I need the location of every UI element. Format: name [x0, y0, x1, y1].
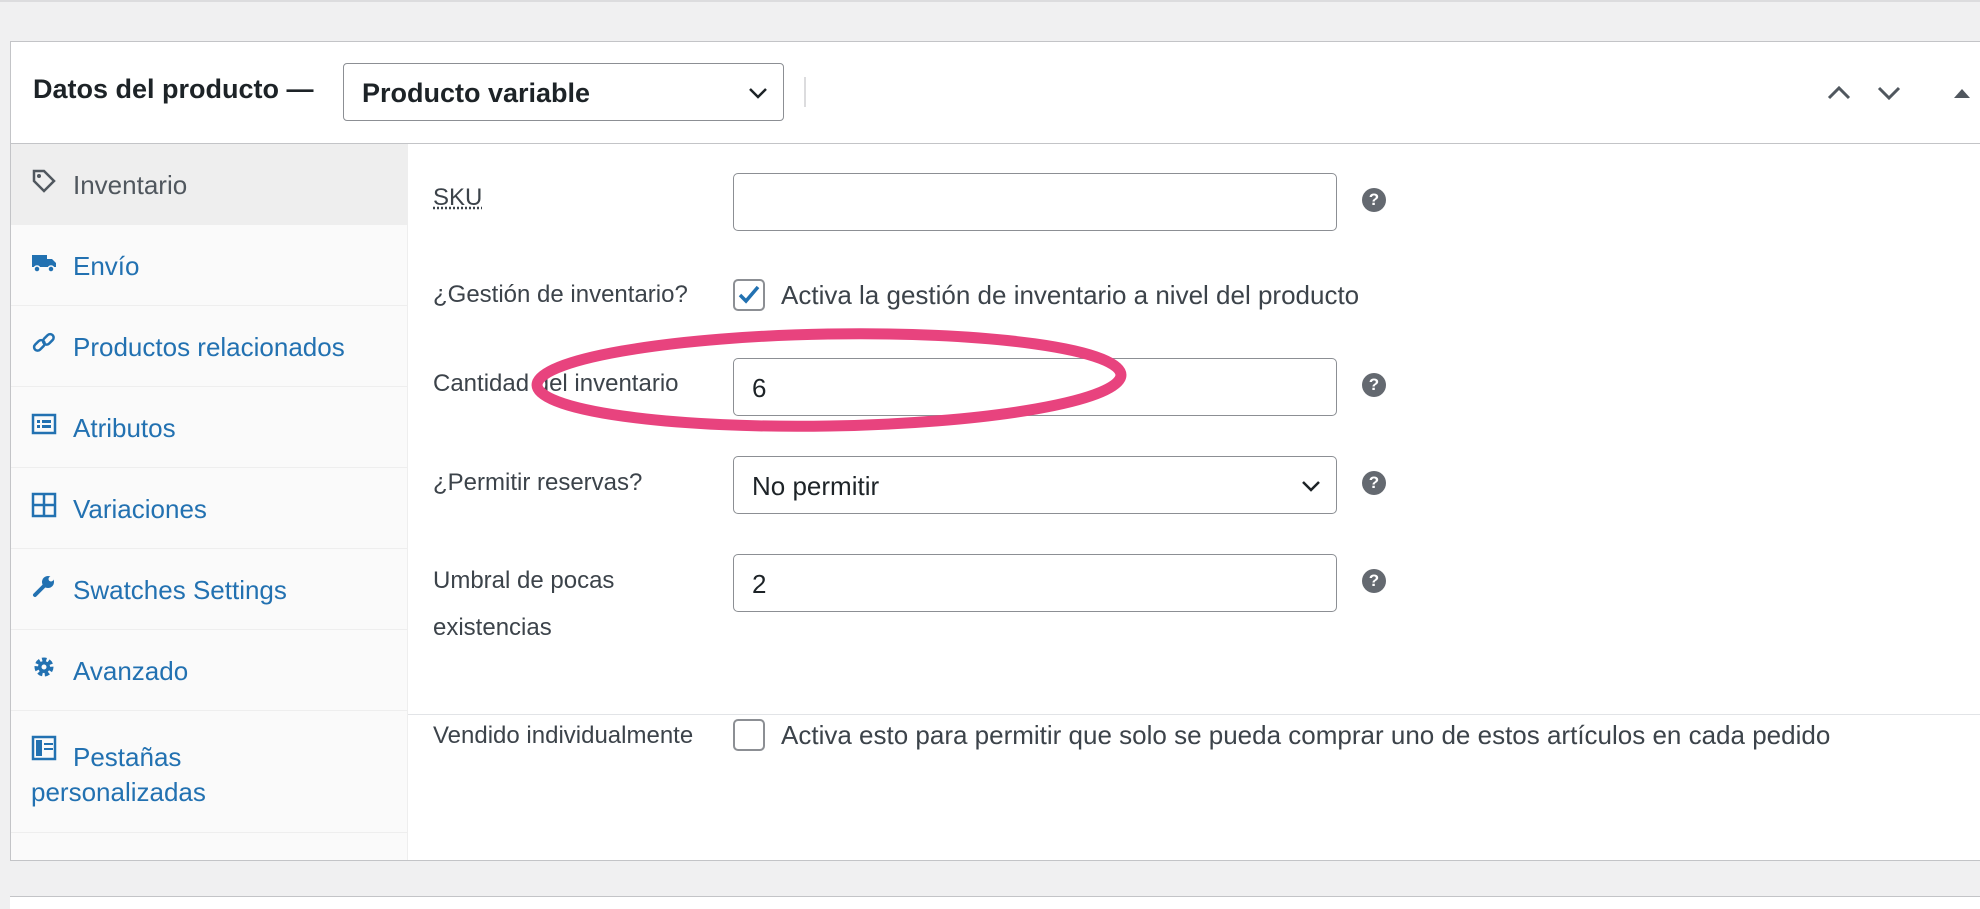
tab-label: Envío — [73, 251, 140, 281]
panel-title: Datos del producto — — [33, 74, 314, 104]
wrench-icon — [33, 576, 54, 597]
section-divider — [408, 714, 1980, 715]
move-up-icon[interactable] — [1824, 78, 1854, 108]
sku-abbr: SKU — [433, 184, 483, 211]
page-top-border — [0, 0, 1980, 2]
panel-header: Datos del producto — Producto variable — [11, 42, 1980, 144]
backorders-label: ¿Permitir reservas? — [433, 469, 643, 496]
tab-inventario[interactable]: Inventario — [11, 144, 407, 225]
tab-swatches-settings[interactable]: Swatches Settings — [11, 549, 407, 630]
product-data-tabs: Inventario Envío Productos relacionados … — [11, 144, 408, 860]
tab-label: Productos relacionados — [73, 332, 345, 362]
chevron-down-icon — [749, 88, 767, 99]
tab-pestanas-personalizadas[interactable]: Pestañas personalizadas — [11, 711, 407, 833]
tab-variaciones[interactable]: Variaciones — [11, 468, 407, 549]
link-icon — [32, 332, 55, 352]
tag-icon — [32, 169, 56, 193]
stock-quantity-input[interactable]: 6 — [733, 358, 1337, 416]
tab-label: Variaciones — [73, 494, 207, 524]
product-data-panel: Datos del producto — Producto variable I… — [10, 41, 1980, 861]
manage-stock-label: ¿Gestión de inventario? — [433, 281, 688, 308]
backorders-value: No permitir — [752, 471, 880, 501]
next-panel-edge — [10, 896, 1980, 909]
tab-label: Avanzado — [73, 656, 189, 686]
low-stock-label: Umbral de pocas — [433, 567, 615, 594]
tab-label: Swatches Settings — [73, 575, 287, 605]
stock-quantity-value: 6 — [752, 373, 767, 403]
truck-icon — [32, 255, 56, 273]
header-divider — [804, 77, 806, 107]
tab-label-line2: personalizadas — [31, 777, 206, 807]
product-type-value: Producto variable — [362, 78, 591, 108]
stock-quantity-label: Cantidad del inventario — [433, 370, 679, 397]
low-stock-value: 2 — [752, 569, 767, 599]
help-icon[interactable]: ? — [1362, 188, 1386, 212]
sold-individually-desc: Activa esto para permitir que solo se pu… — [781, 720, 1831, 750]
tabs-icon — [31, 735, 57, 761]
grid-icon — [31, 492, 57, 518]
sold-individually-checkbox[interactable] — [733, 719, 765, 751]
chevron-down-icon — [1302, 481, 1320, 492]
tab-label: Atributos — [73, 413, 176, 443]
tab-avanzado[interactable]: Avanzado — [11, 630, 407, 711]
tab-label: Pestañas — [73, 742, 182, 772]
backorders-select[interactable]: No permitir — [733, 456, 1337, 514]
help-icon[interactable]: ? — [1362, 471, 1386, 495]
collapse-toggle-icon[interactable] — [1947, 78, 1977, 108]
low-stock-input[interactable]: 2 — [733, 554, 1337, 612]
manage-stock-desc: Activa la gestión de inventario a nivel … — [781, 280, 1360, 310]
tab-label: Inventario — [73, 170, 188, 200]
sku-label: SKU — [433, 184, 482, 212]
checkmark-icon — [738, 285, 760, 304]
gear-icon — [34, 657, 54, 677]
tab-envio[interactable]: Envío — [11, 225, 407, 306]
product-type-select[interactable]: Producto variable — [343, 63, 784, 121]
tab-atributos[interactable]: Atributos — [11, 387, 407, 468]
sku-input[interactable] — [733, 173, 1337, 231]
help-icon[interactable]: ? — [1362, 373, 1386, 397]
low-stock-label-line2: existencias — [433, 614, 552, 641]
manage-stock-checkbox[interactable] — [733, 279, 765, 311]
sold-individually-label: Vendido individualmente — [433, 722, 694, 749]
list-icon — [31, 413, 57, 435]
tab-productos-relacionados[interactable]: Productos relacionados — [11, 306, 407, 387]
help-icon[interactable]: ? — [1362, 569, 1386, 593]
move-down-icon[interactable] — [1874, 78, 1904, 108]
